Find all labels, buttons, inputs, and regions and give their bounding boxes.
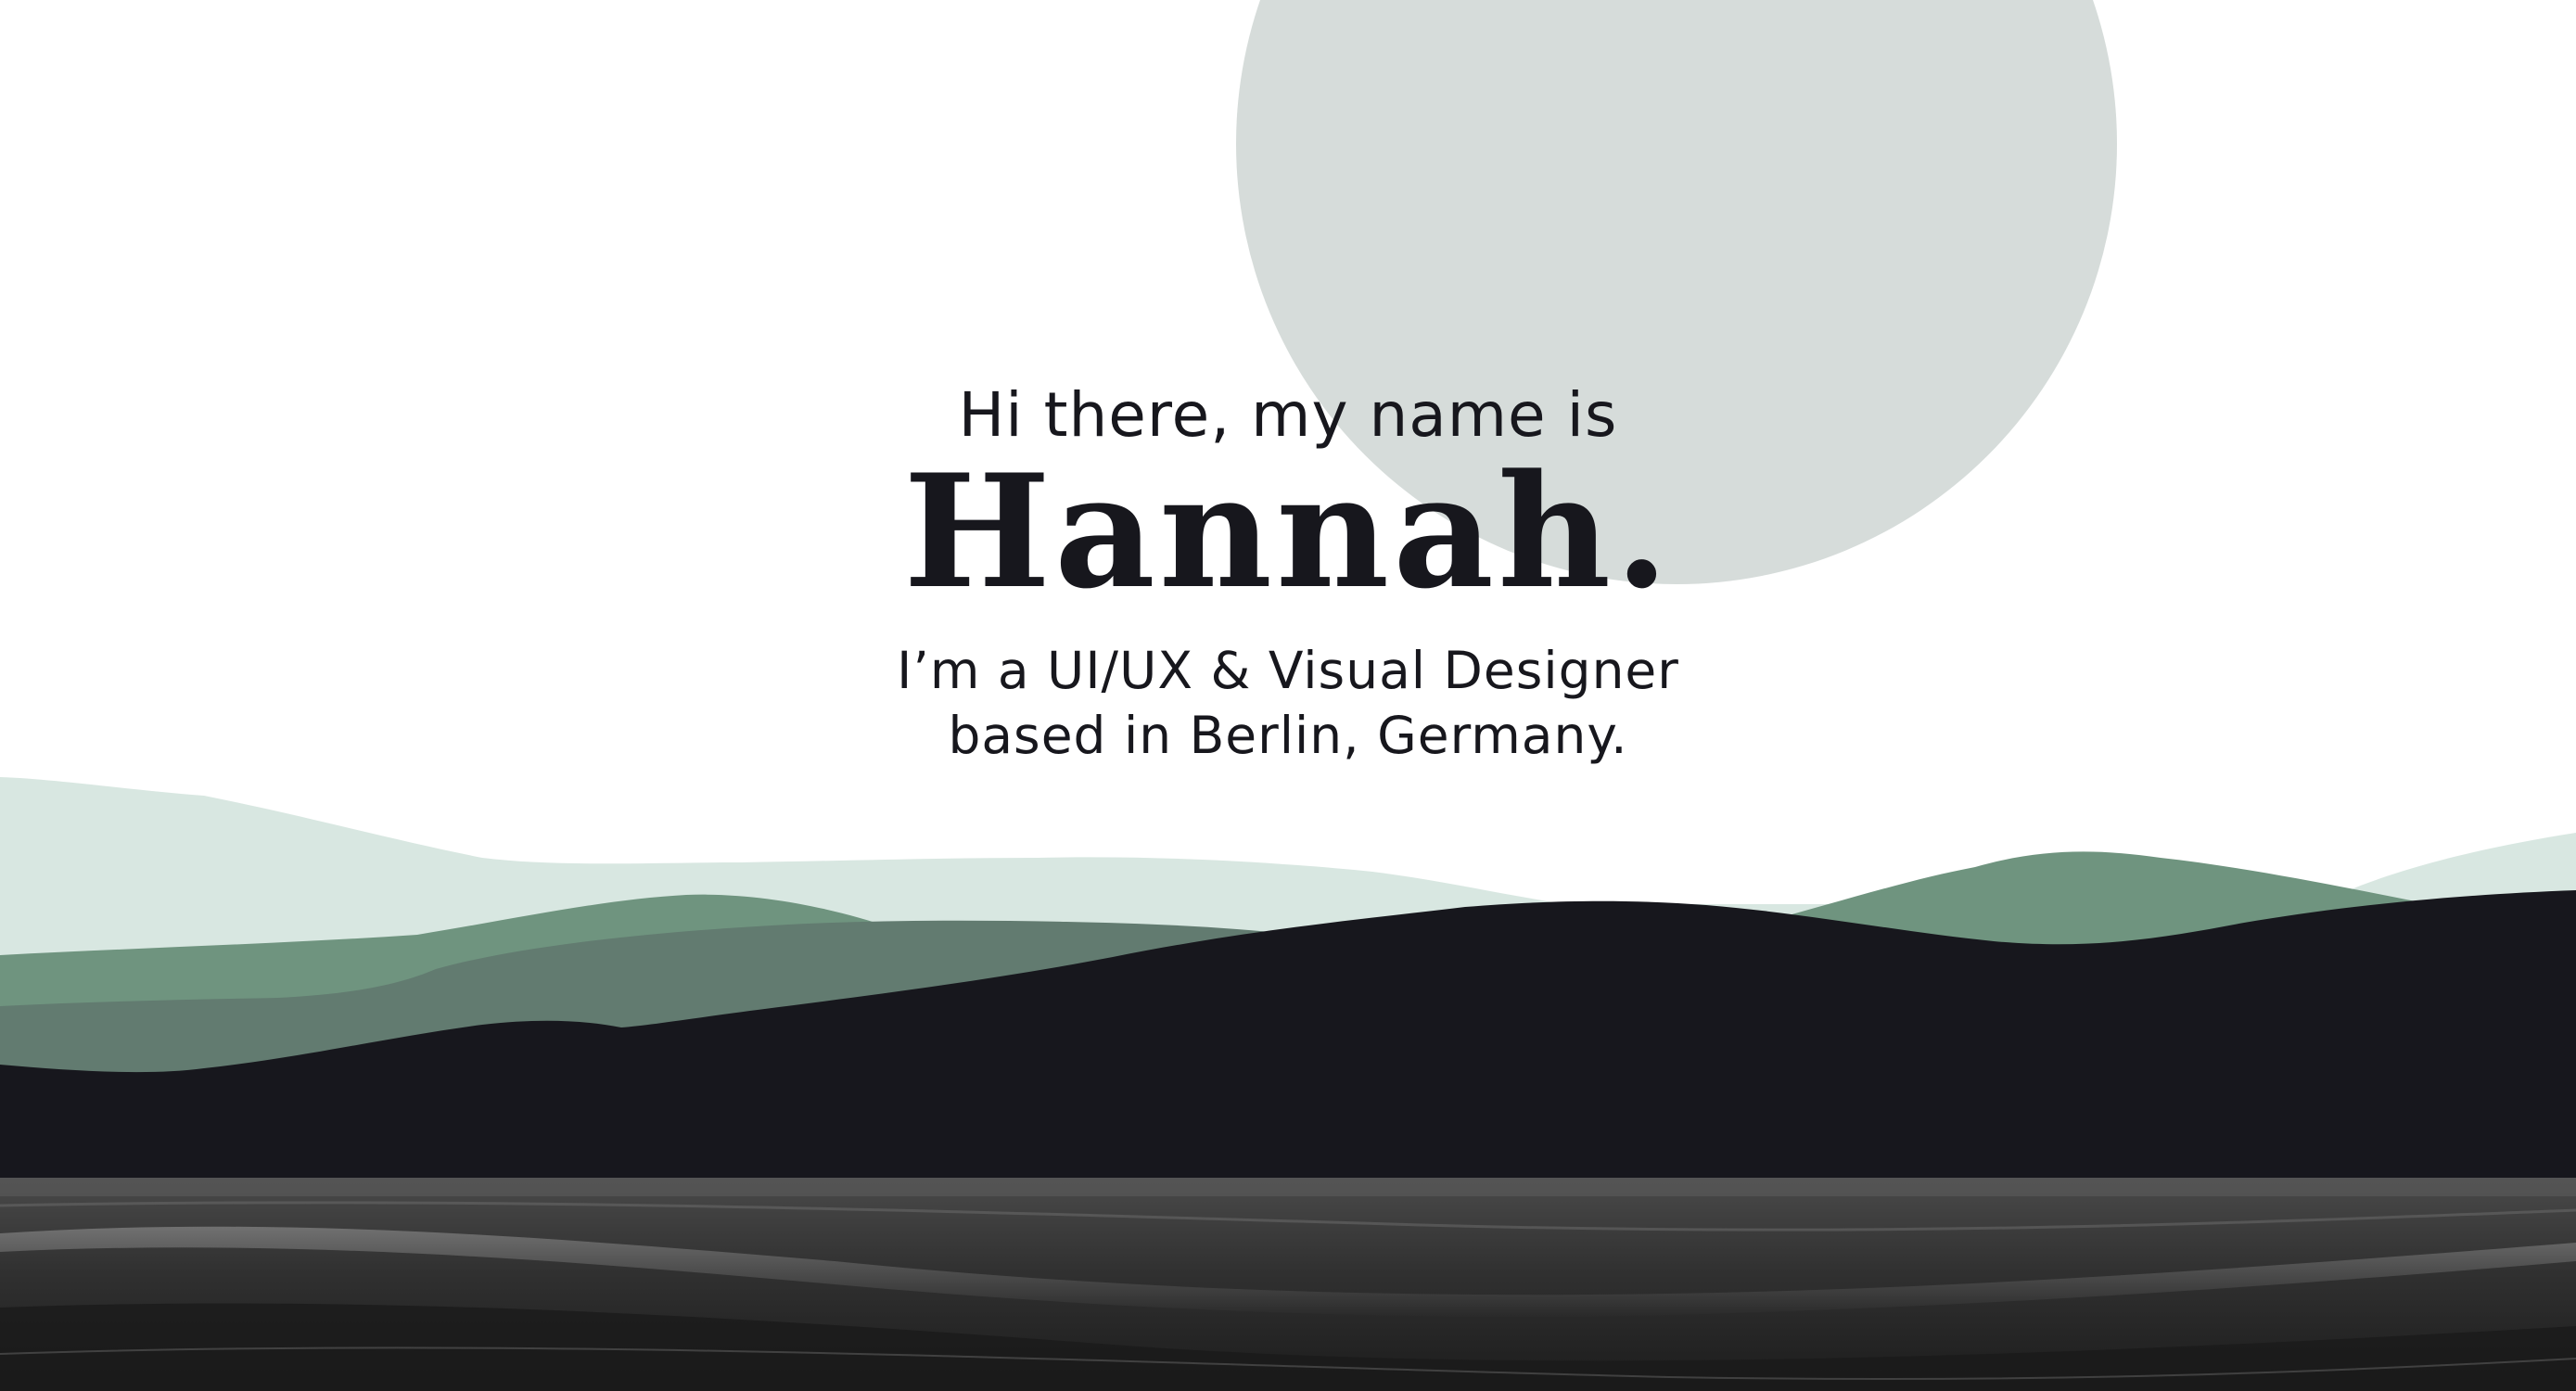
landscape-illustration	[0, 0, 2576, 1391]
hero-section: Hi there, my name is Hannah. I’m a UI/UX…	[0, 0, 2576, 1391]
sea	[0, 1178, 2576, 1391]
sun-icon	[1236, 0, 2117, 584]
